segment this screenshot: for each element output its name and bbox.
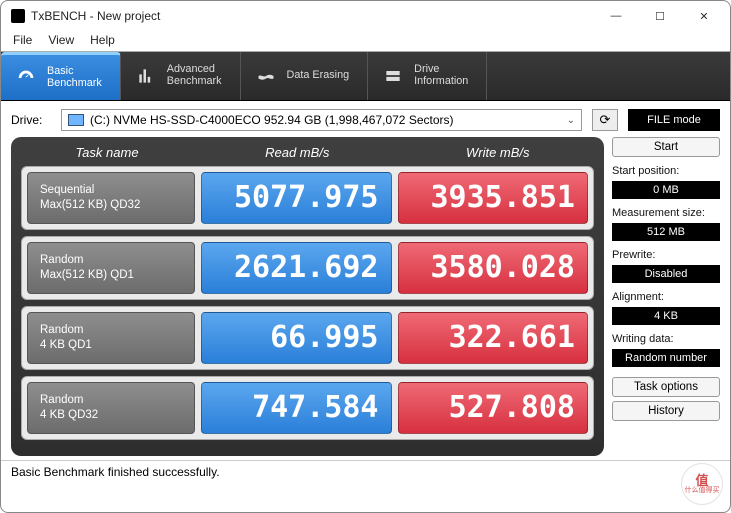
tab-data-erasing[interactable]: Data Erasing	[241, 52, 369, 100]
task-name: Random4 KB QD1	[27, 312, 195, 364]
prewrite-value[interactable]: Disabled	[612, 265, 720, 283]
tab-drive-information[interactable]: DriveInformation	[368, 52, 487, 100]
menu-view[interactable]: View	[48, 33, 74, 47]
table-row: Random4 KB QD32747.584527.808	[21, 376, 594, 440]
task-name: Random4 KB QD32	[27, 382, 195, 434]
start-position-label: Start position:	[612, 165, 720, 177]
drive-icon	[382, 65, 404, 87]
start-button[interactable]: Start	[612, 137, 720, 157]
read-value: 66.995	[201, 312, 392, 364]
minimize-button[interactable]: —	[594, 1, 638, 31]
header-task: Task name	[21, 145, 193, 160]
measurement-size-value[interactable]: 512 MB	[612, 223, 720, 241]
drive-selected-text: (C:) NVMe HS-SSD-C4000ECO 952.94 GB (1,9…	[90, 113, 454, 127]
drive-select[interactable]: (C:) NVMe HS-SSD-C4000ECO 952.94 GB (1,9…	[61, 109, 582, 131]
tab-basic-benchmark[interactable]: BasicBenchmark	[1, 52, 121, 100]
refresh-button[interactable]: ⟳	[592, 109, 618, 131]
gauge-icon	[15, 67, 37, 89]
watermark: 值 什么值得买	[681, 463, 723, 505]
header-write: Write mB/s	[402, 145, 595, 160]
erase-icon	[255, 65, 277, 87]
table-row: SequentialMax(512 KB) QD325077.9753935.8…	[21, 166, 594, 230]
write-value: 322.661	[398, 312, 589, 364]
prewrite-label: Prewrite:	[612, 249, 720, 261]
refresh-icon: ⟳	[600, 112, 611, 128]
drive-row: Drive: (C:) NVMe HS-SSD-C4000ECO 952.94 …	[1, 101, 730, 137]
writing-data-value[interactable]: Random number	[612, 349, 720, 367]
task-name: RandomMax(512 KB) QD1	[27, 242, 195, 294]
read-value: 747.584	[201, 382, 392, 434]
write-value: 3935.851	[398, 172, 589, 224]
maximize-button[interactable]: ☐	[638, 1, 682, 31]
titlebar: TxBENCH - New project — ☐ ✕	[1, 1, 730, 31]
menu-file[interactable]: File	[13, 33, 32, 47]
write-value: 527.808	[398, 382, 589, 434]
writing-data-label: Writing data:	[612, 333, 720, 345]
status-bar: Basic Benchmark finished successfully.	[1, 460, 730, 483]
task-name: SequentialMax(512 KB) QD32	[27, 172, 195, 224]
read-value: 5077.975	[201, 172, 392, 224]
drive-label: Drive:	[11, 113, 51, 127]
menu-help[interactable]: Help	[90, 33, 115, 47]
app-icon	[11, 9, 25, 23]
measurement-size-label: Measurement size:	[612, 207, 720, 219]
chevron-down-icon: ⌄	[567, 115, 575, 126]
history-button[interactable]: History	[612, 401, 720, 421]
alignment-value[interactable]: 4 KB	[612, 307, 720, 325]
write-value: 3580.028	[398, 242, 589, 294]
read-value: 2621.692	[201, 242, 392, 294]
table-row: Random4 KB QD166.995322.661	[21, 306, 594, 370]
file-mode-button[interactable]: FILE mode	[628, 109, 720, 131]
table-row: RandomMax(512 KB) QD12621.6923580.028	[21, 236, 594, 300]
bar-chart-icon	[135, 65, 157, 87]
task-options-button[interactable]: Task options	[612, 377, 720, 397]
table-header: Task name Read mB/s Write mB/s	[21, 145, 594, 160]
start-position-value[interactable]: 0 MB	[612, 181, 720, 199]
side-panel: Start Start position: 0 MB Measurement s…	[612, 137, 720, 456]
alignment-label: Alignment:	[612, 291, 720, 303]
tab-row: BasicBenchmark AdvancedBenchmark Data Er…	[1, 51, 730, 101]
header-read: Read mB/s	[201, 145, 394, 160]
close-button[interactable]: ✕	[682, 1, 726, 31]
tab-advanced-benchmark[interactable]: AdvancedBenchmark	[121, 52, 241, 100]
menubar: File View Help	[1, 31, 730, 51]
window-title: TxBENCH - New project	[31, 9, 160, 23]
benchmark-panel: Task name Read mB/s Write mB/s Sequentia…	[11, 137, 604, 456]
disk-icon	[68, 114, 84, 126]
